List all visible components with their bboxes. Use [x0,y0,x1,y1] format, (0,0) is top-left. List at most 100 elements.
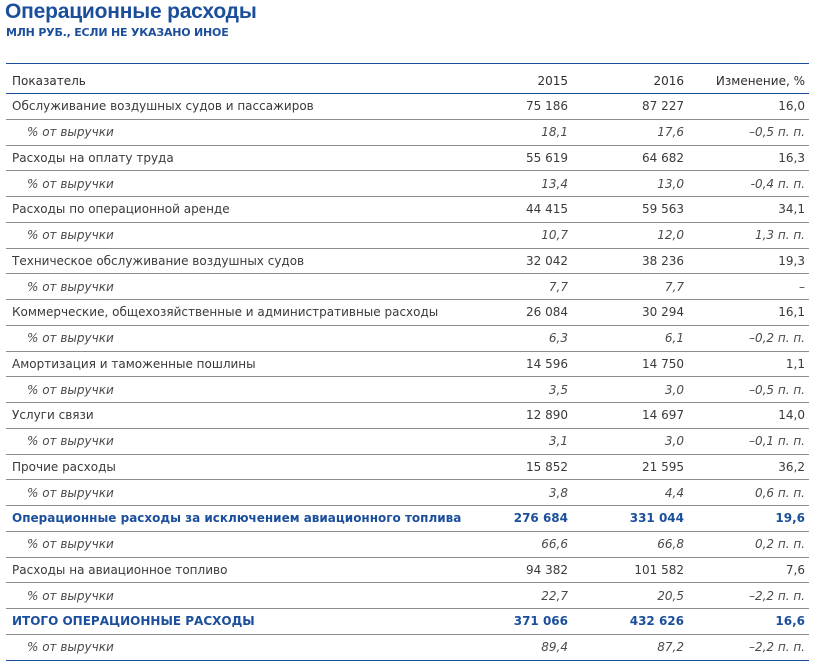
cell-value-2015: 3,8 [465,479,572,506]
cell-indicator-name: Операционные расходы за исключением авиа… [6,505,465,532]
table-row-revenue-share: % от выручки 3,1 3,0 –0,1 п. п. [6,428,809,455]
cell-indicator-name: Расходы на оплату труда [6,145,465,172]
cell-value-2016: 66,8 [572,531,688,558]
cell-value-2016: 87 227 [572,93,688,120]
table-row: Услуги связи 12 890 14 697 14,0 [6,402,809,429]
table-row-revenue-share: % от выручки 6,3 6,1 –0,2 п. п. [6,325,809,352]
cell-change: 19,3 [688,248,809,275]
cell-change: 0,6 п. п. [688,479,809,506]
cell-indicator-name: % от выручки [6,119,465,146]
table-row: Расходы по операционной аренде 44 415 59 5… [6,196,809,223]
cell-change: 0,2 п. п. [688,531,809,558]
cell-value-2015: 44 415 [465,196,572,223]
column-header-2015: 2015 [465,64,572,94]
cell-value-2016: 20,5 [572,582,688,609]
cell-value-2016: 21 595 [572,454,688,481]
cell-change: -0,4 п. п. [688,170,809,197]
cell-indicator-name: Расходы на авиационное топливо [6,557,465,584]
cell-value-2015: 94 382 [465,557,572,584]
cell-value-2015: 55 619 [465,145,572,172]
cell-value-2015: 15 852 [465,454,572,481]
cell-value-2016: 3,0 [572,428,688,455]
cell-value-2015: 6,3 [465,325,572,352]
cell-value-2015: 18,1 [465,119,572,146]
table-row-revenue-share: % от выручки 13,4 13,0 -0,4 п. п. [6,170,809,197]
table-row-revenue-share: % от выручки 89,4 87,2 –2,2 п. п. [6,634,809,661]
table-row-revenue-share: % от выручки 3,8 4,4 0,6 п. п. [6,479,809,506]
table-row-revenue-share: % от выручки 3,5 3,0 –0,5 п. п. [6,376,809,403]
cell-indicator-name: % от выручки [6,634,465,661]
cell-value-2016: 4,4 [572,479,688,506]
table-row-revenue-share: % от выручки 22,7 20,5 –2,2 п. п. [6,582,809,609]
table-header: Показатель 2015 2016 Изменение, % [6,64,809,94]
cell-value-2016: 7,7 [572,273,688,300]
cell-value-2016: 12,0 [572,222,688,249]
cell-value-2016: 87,2 [572,634,688,661]
cell-value-2016: 13,0 [572,170,688,197]
cell-value-2015: 10,7 [465,222,572,249]
cell-change: 16,0 [688,93,809,120]
cell-value-2015: 13,4 [465,170,572,197]
cell-value-2015: 3,1 [465,428,572,455]
cell-value-2015: 26 084 [465,299,572,326]
cell-change: 16,1 [688,299,809,326]
table-row: Расходы на оплату труда 55 619 64 682 16,3 [6,145,809,172]
cell-indicator-name: % от выручки [6,222,465,249]
table-row-revenue-share: % от выручки 18,1 17,6 –0,5 п. п. [6,119,809,146]
cell-value-2016: 59 563 [572,196,688,223]
cell-indicator-name: % от выручки [6,325,465,352]
cell-value-2016: 30 294 [572,299,688,326]
column-header-2016: 2016 [572,64,688,94]
cell-value-2015: 75 186 [465,93,572,120]
cell-value-2016: 101 582 [572,557,688,584]
cell-indicator-name: % от выручки [6,479,465,506]
cell-value-2015: 14 596 [465,351,572,378]
cell-indicator-name: ИТОГО ОПЕРАЦИОННЫЕ РАСХОДЫ [6,608,465,635]
cell-value-2016: 14 697 [572,402,688,429]
cell-change: –0,2 п. п. [688,325,809,352]
cell-indicator-name: % от выручки [6,531,465,558]
cell-value-2016: 432 626 [572,608,688,635]
column-header-indicator: Показатель [6,64,465,94]
cell-indicator-name: % от выручки [6,428,465,455]
cell-value-2015: 89,4 [465,634,572,661]
table-row-revenue-share: % от выручки 7,7 7,7– [6,273,809,300]
cell-indicator-name: % от выручки [6,273,465,300]
cell-indicator-name: % от выручки [6,376,465,403]
cell-value-2015: 66,6 [465,531,572,558]
table-row: Расходы на авиационное топливо 94 382 101 … [6,557,809,584]
cell-value-2015: 371 066 [465,608,572,635]
cell-value-2016: 6,1 [572,325,688,352]
table-row: Амортизация и таможенные пошлины 14 596 14… [6,351,809,378]
cell-change: 7,6 [688,557,809,584]
cell-change: 19,6 [688,505,809,532]
cell-value-2016: 3,0 [572,376,688,403]
cell-value-2015: 3,5 [465,376,572,403]
table-row-total: Операционные расходы за исключением авиа… [6,505,809,532]
cell-change: 36,2 [688,454,809,481]
cell-change: –0,1 п. п. [688,428,809,455]
cell-value-2015: 7,7 [465,273,572,300]
table-row-revenue-share: % от выручки 66,6 66,8 0,2 п. п. [6,531,809,558]
cell-change: – [688,273,809,300]
cell-change: 1,1 [688,351,809,378]
cell-indicator-name: Амортизация и таможенные пошлины [6,351,465,378]
cell-indicator-name: Услуги связи [6,402,465,429]
page-title: Операционные расходы [5,0,257,23]
cell-value-2016: 64 682 [572,145,688,172]
cell-indicator-name: Расходы по операционной аренде [6,196,465,223]
cell-value-2016: 38 236 [572,248,688,275]
cell-change: –2,2 п. п. [688,634,809,661]
table-row: Прочие расходы 15 852 21 595 36,2 [6,454,809,481]
cell-indicator-name: Прочие расходы [6,454,465,481]
cell-indicator-name: Техническое обслуживание воздушных судов [6,248,465,275]
cell-value-2015: 276 684 [465,505,572,532]
cell-indicator-name: % от выручки [6,170,465,197]
cell-indicator-name: % от выручки [6,582,465,609]
column-header-change: Изменение, % [688,64,809,94]
table-row-revenue-share: % от выручки 10,7 12,0 1,3 п. п. [6,222,809,249]
cell-change: 1,3 п. п. [688,222,809,249]
cell-change: 16,3 [688,145,809,172]
table-body: Обслуживание воздушных судов и пассажиро… [6,93,809,661]
cell-value-2016: 331 044 [572,505,688,532]
